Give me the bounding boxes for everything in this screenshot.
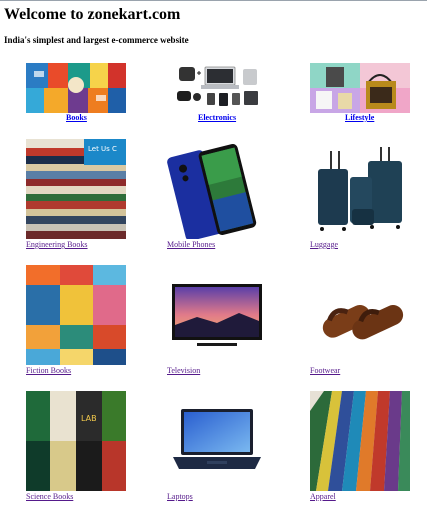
science-books-icon: LAB	[26, 391, 126, 491]
page-tagline: India's simplest and largest e-commerce …	[4, 35, 189, 45]
category-tile-lifestyle[interactable]: Lifestyle	[310, 63, 420, 123]
television-icon	[167, 265, 267, 365]
laptop-icon	[167, 391, 267, 491]
books-icon	[26, 63, 126, 113]
category-label[interactable]: Mobile Phones	[167, 240, 215, 250]
category-tile-luggage[interactable]: Luggage	[310, 139, 420, 249]
lifestyle-icon	[310, 63, 410, 113]
category-label[interactable]: Apparel	[310, 492, 336, 502]
category-label[interactable]: Footwear	[310, 366, 340, 376]
category-label[interactable]: Science Books	[26, 492, 73, 502]
category-label[interactable]: Electronics	[198, 113, 236, 123]
category-tile-apparel[interactable]: Apparel	[310, 391, 420, 501]
electronics-icon	[167, 63, 267, 113]
top-divider	[0, 0, 427, 1]
page-title: Welcome to zonekart.com	[4, 6, 181, 23]
category-label[interactable]: Lifestyle	[345, 113, 374, 123]
category-label[interactable]: Books	[66, 113, 87, 123]
category-tile-books[interactable]: Books	[26, 63, 136, 123]
category-tile-footwear[interactable]: Footwear	[310, 265, 420, 375]
category-tile-fiction-books[interactable]: Fiction Books	[26, 265, 136, 375]
category-label[interactable]: Laptops	[167, 492, 193, 502]
mobile-phone-icon	[167, 139, 267, 239]
category-tile-engineering-books[interactable]: Let Us C Engineering Books	[26, 139, 136, 249]
category-label[interactable]: Engineering Books	[26, 240, 88, 250]
footwear-icon	[310, 265, 410, 365]
engineering-books-icon: Let Us C	[26, 139, 126, 239]
category-label[interactable]: Fiction Books	[26, 366, 71, 376]
category-label[interactable]: Luggage	[310, 240, 338, 250]
fiction-books-icon	[26, 265, 126, 365]
category-tile-television[interactable]: Television	[167, 265, 277, 375]
category-tile-mobile-phones[interactable]: Mobile Phones	[167, 139, 277, 249]
luggage-icon	[310, 139, 410, 239]
category-tile-science-books[interactable]: LAB Science Books	[26, 391, 136, 501]
svg-text:Let Us C: Let Us C	[88, 145, 117, 153]
apparel-icon	[310, 391, 410, 491]
category-tile-electronics[interactable]: Electronics	[167, 63, 277, 123]
svg-text:LAB: LAB	[81, 414, 97, 423]
category-label[interactable]: Television	[167, 366, 200, 376]
category-tile-laptops[interactable]: Laptops	[167, 391, 277, 501]
